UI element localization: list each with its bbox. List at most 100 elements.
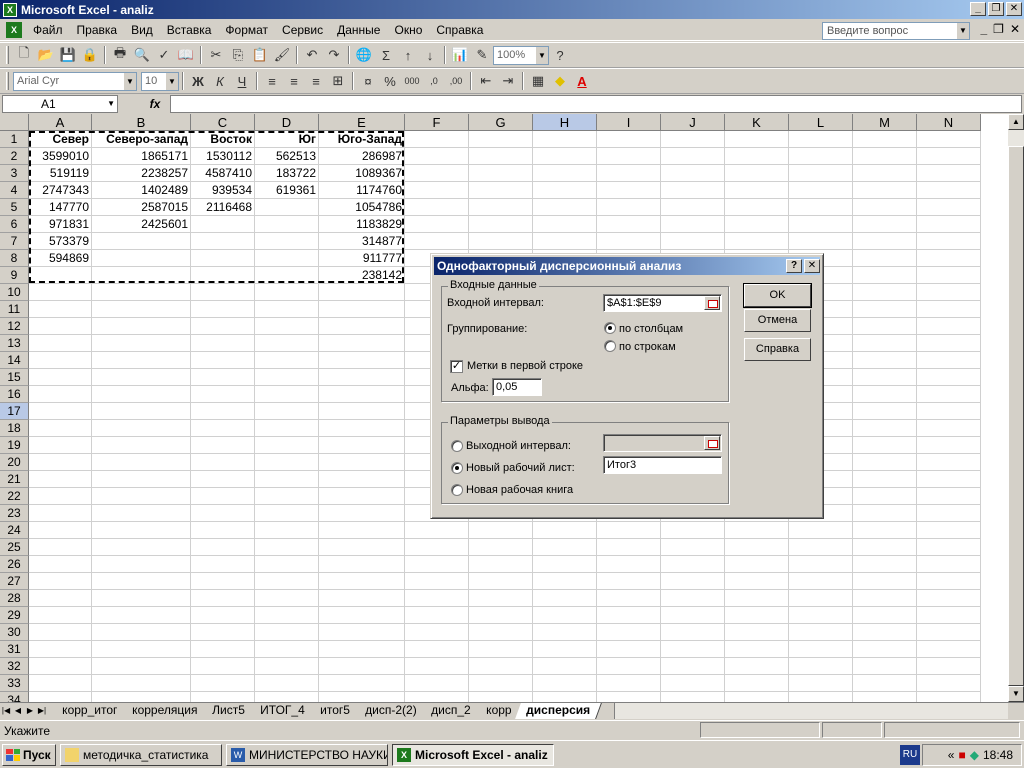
cell[interactable] xyxy=(597,658,661,675)
row-header[interactable]: 8 xyxy=(0,250,29,267)
cell[interactable]: 519119 xyxy=(29,165,92,182)
column-header[interactable]: A xyxy=(29,114,92,131)
cell[interactable] xyxy=(917,369,981,386)
sheet-tab-active[interactable]: дисперсия xyxy=(515,703,603,719)
merge-center-icon[interactable]: ⊞ xyxy=(327,70,349,92)
cell[interactable] xyxy=(92,403,191,420)
cell[interactable] xyxy=(853,369,917,386)
scroll-thumb[interactable] xyxy=(1008,146,1024,686)
cell[interactable] xyxy=(661,641,725,658)
labels-first-row-label[interactable]: Метки в первой строке xyxy=(467,360,583,372)
cell[interactable] xyxy=(469,131,533,148)
sheet-tab[interactable]: ИТОГ_4 xyxy=(249,703,317,719)
cell[interactable] xyxy=(255,335,319,352)
cell[interactable] xyxy=(789,675,853,692)
spelling-icon[interactable]: ✓ xyxy=(153,44,175,66)
currency-icon[interactable]: ¤ xyxy=(357,70,379,92)
row-header[interactable]: 18 xyxy=(0,420,29,437)
cancel-button[interactable]: Отмена xyxy=(744,309,811,332)
cell[interactable] xyxy=(92,301,191,318)
menu-file[interactable]: Файл xyxy=(26,20,70,40)
cell[interactable] xyxy=(917,675,981,692)
row-header[interactable]: 3 xyxy=(0,165,29,182)
tray-app-icon[interactable]: ■ xyxy=(958,748,965,762)
cell[interactable] xyxy=(255,488,319,505)
cell[interactable] xyxy=(661,675,725,692)
cell[interactable]: 562513 xyxy=(255,148,319,165)
cell[interactable] xyxy=(319,658,405,675)
cell[interactable] xyxy=(469,607,533,624)
cell[interactable] xyxy=(92,250,191,267)
cell[interactable] xyxy=(789,199,853,216)
chart-wizard-icon[interactable]: 📊 xyxy=(449,44,471,66)
cell[interactable] xyxy=(853,250,917,267)
cell[interactable]: Юго-Запад xyxy=(319,131,405,148)
cell[interactable] xyxy=(469,216,533,233)
cell[interactable] xyxy=(597,522,661,539)
cell[interactable] xyxy=(917,658,981,675)
chevron-down-icon[interactable]: ▼ xyxy=(166,72,178,90)
sheet-tab[interactable]: дисп_2 xyxy=(420,703,483,719)
cell[interactable] xyxy=(469,692,533,702)
cell[interactable] xyxy=(725,216,789,233)
menu-window[interactable]: Окно xyxy=(387,20,429,40)
cell[interactable] xyxy=(405,624,469,641)
cell[interactable] xyxy=(725,675,789,692)
language-indicator[interactable]: RU xyxy=(900,745,920,765)
dialog-close-icon[interactable]: ✕ xyxy=(804,259,820,273)
cell[interactable] xyxy=(533,692,597,702)
cell[interactable] xyxy=(405,199,469,216)
cell[interactable] xyxy=(917,624,981,641)
cell[interactable] xyxy=(917,522,981,539)
cell[interactable] xyxy=(853,437,917,454)
cell[interactable] xyxy=(597,216,661,233)
cell[interactable] xyxy=(319,369,405,386)
redo-icon[interactable]: ↷ xyxy=(323,44,345,66)
cell[interactable] xyxy=(255,284,319,301)
cell[interactable] xyxy=(853,488,917,505)
cell[interactable] xyxy=(191,437,255,454)
cell[interactable] xyxy=(319,335,405,352)
cell[interactable] xyxy=(853,182,917,199)
cell[interactable] xyxy=(725,692,789,702)
cell[interactable] xyxy=(191,318,255,335)
row-header[interactable]: 19 xyxy=(0,437,29,454)
cell[interactable] xyxy=(789,658,853,675)
insert-function-icon[interactable]: fx xyxy=(140,97,170,111)
cell[interactable]: 1183829 xyxy=(319,216,405,233)
menu-view[interactable]: Вид xyxy=(124,20,160,40)
cell[interactable] xyxy=(533,556,597,573)
cell[interactable] xyxy=(469,233,533,250)
cell[interactable] xyxy=(789,539,853,556)
cell[interactable] xyxy=(469,522,533,539)
cell[interactable] xyxy=(661,556,725,573)
decrease-decimal-icon[interactable]: ,00 xyxy=(445,70,467,92)
paste-icon[interactable]: 📋 xyxy=(249,44,271,66)
sort-descending-icon[interactable]: ↓ xyxy=(419,44,441,66)
increase-indent-icon[interactable]: ⇥ xyxy=(497,70,519,92)
cell[interactable] xyxy=(789,590,853,607)
cell[interactable] xyxy=(597,573,661,590)
cell[interactable] xyxy=(917,692,981,702)
cell[interactable] xyxy=(853,318,917,335)
cell[interactable] xyxy=(191,216,255,233)
cell[interactable] xyxy=(533,131,597,148)
cell[interactable] xyxy=(405,182,469,199)
cell[interactable] xyxy=(917,454,981,471)
cell[interactable] xyxy=(725,199,789,216)
cell[interactable] xyxy=(917,352,981,369)
cell[interactable] xyxy=(29,573,92,590)
cell[interactable] xyxy=(255,216,319,233)
cell[interactable] xyxy=(255,301,319,318)
help-button[interactable]: Справка xyxy=(744,338,811,361)
cell[interactable] xyxy=(29,471,92,488)
cell[interactable]: 1174760 xyxy=(319,182,405,199)
cell[interactable] xyxy=(92,335,191,352)
cell[interactable] xyxy=(853,148,917,165)
cell[interactable] xyxy=(29,369,92,386)
cell[interactable] xyxy=(725,607,789,624)
cell[interactable] xyxy=(533,590,597,607)
collapse-dialog-icon[interactable] xyxy=(704,296,720,310)
cell[interactable] xyxy=(789,556,853,573)
cell[interactable] xyxy=(597,165,661,182)
